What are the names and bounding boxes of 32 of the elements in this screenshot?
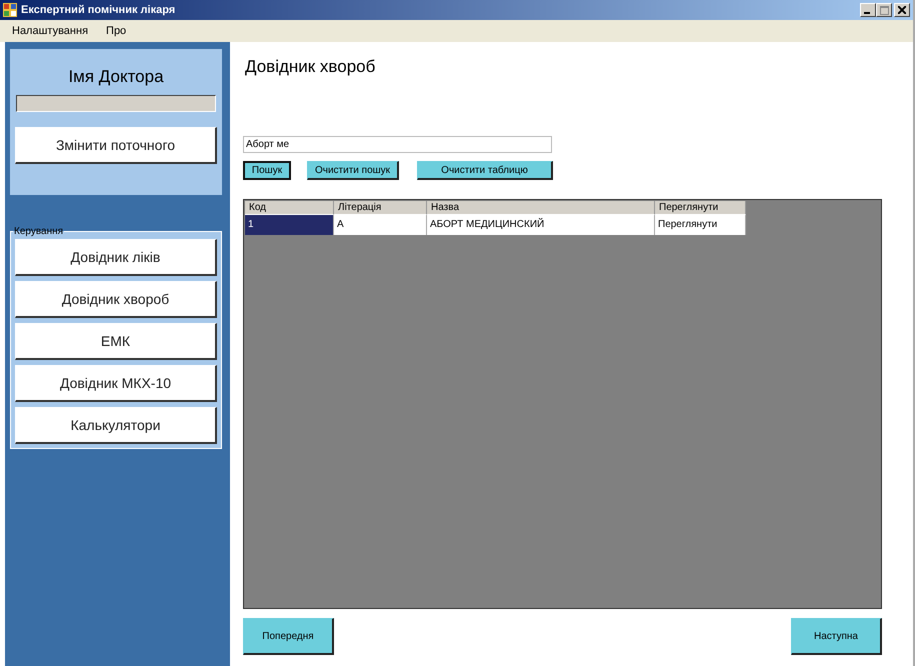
maximize-icon — [880, 6, 888, 14]
table-cell[interactable]: АБОРТ МЕДИЦИНСКИЙ — [427, 215, 655, 235]
table-cell[interactable]: Переглянути — [655, 215, 746, 235]
app-icon — [3, 3, 17, 17]
search-field[interactable]: Аборт ме — [243, 136, 552, 153]
column-header[interactable]: Код — [245, 201, 334, 215]
change-doctor-button[interactable]: Змінити поточного — [15, 127, 217, 164]
page-button[interactable]: Попередня — [243, 618, 334, 655]
close-icon — [898, 6, 906, 14]
search-action-button[interactable]: Пошук — [243, 161, 291, 180]
nav-button[interactable]: Довідник хвороб — [15, 281, 217, 318]
doctor-title: Імя Доктора — [68, 67, 164, 87]
menu-item[interactable]: Про — [106, 25, 126, 37]
page-title: Довідник хвороб — [245, 57, 376, 78]
column-header[interactable]: Переглянути — [655, 201, 746, 215]
close-button[interactable] — [894, 3, 910, 17]
table-cell[interactable]: 1 — [245, 215, 334, 235]
column-header[interactable]: Літерація — [334, 201, 427, 215]
maximize-button[interactable] — [876, 3, 892, 17]
column-header[interactable]: Назва — [427, 201, 655, 215]
nav-button[interactable]: Довідник МКХ-10 — [15, 365, 217, 402]
nav-button[interactable]: ЕМК — [15, 323, 217, 360]
nav-button[interactable]: Калькулятори — [15, 407, 217, 444]
search-action-button[interactable]: Очистити пошук — [307, 161, 399, 180]
menu-item[interactable]: Налаштування — [12, 25, 88, 37]
search-action-button[interactable]: Очистити таблицю — [417, 161, 553, 180]
table-cell[interactable]: А — [334, 215, 427, 235]
nav-button[interactable]: Довідник ліків — [15, 239, 217, 276]
page-button[interactable]: Наступна — [791, 618, 882, 655]
window-title: Експертний помічник лікаря — [21, 4, 176, 16]
group-title: Керування — [13, 226, 64, 237]
minimize-button[interactable] — [860, 3, 876, 17]
